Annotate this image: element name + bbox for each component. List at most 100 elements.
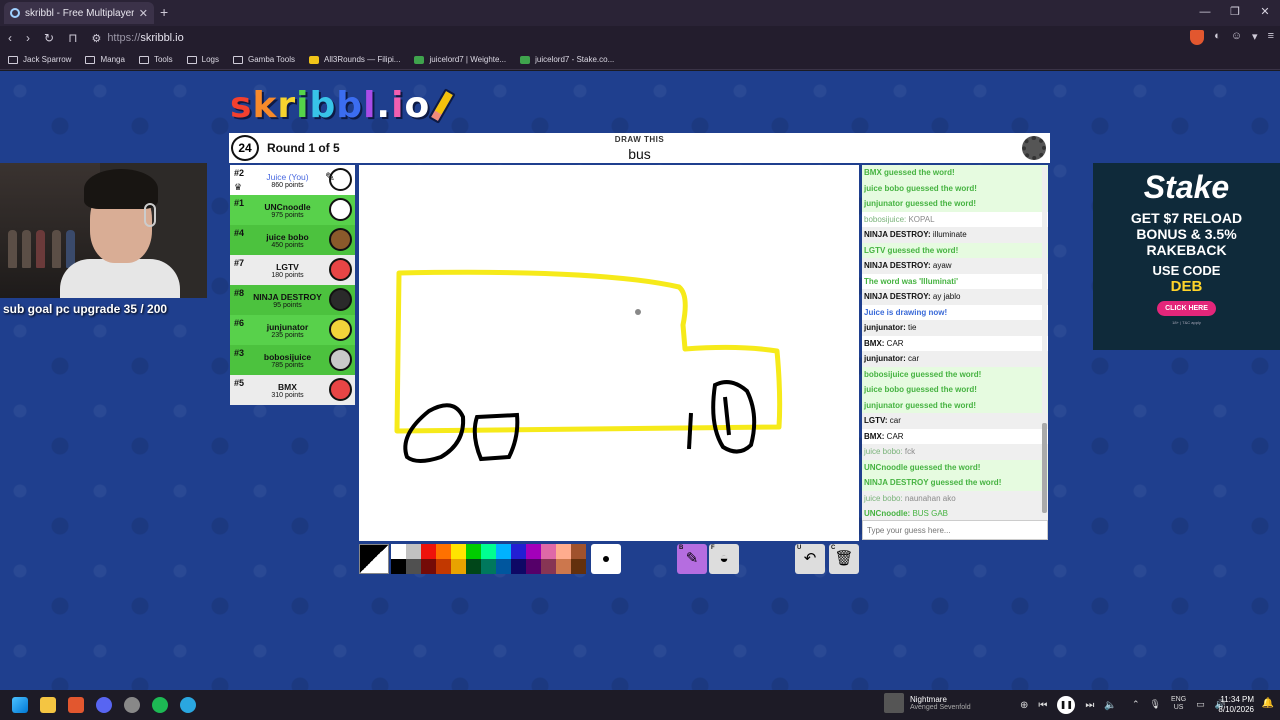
bookmark-item[interactable]: Gamba Tools xyxy=(232,55,295,64)
next-track-icon[interactable]: ⏭ xyxy=(1085,700,1094,711)
color-swatch[interactable] xyxy=(466,559,481,574)
color-swatch[interactable] xyxy=(481,544,496,559)
color-swatch[interactable] xyxy=(406,544,421,559)
color-swatch[interactable] xyxy=(556,559,571,574)
player-row[interactable]: #2 Juice (You) 860 points ♛ ✎ xyxy=(230,165,355,195)
restore-icon[interactable]: ❐ xyxy=(1220,0,1250,26)
color-swatch[interactable] xyxy=(436,544,451,559)
chat-message: juice bobo guessed the word! xyxy=(862,180,1048,196)
player-row[interactable]: #1 UNCnoodle 975 points xyxy=(230,195,355,225)
color-swatch[interactable] xyxy=(511,544,526,559)
player-name: NINJA DESTROY xyxy=(253,292,322,302)
bookmark-icon[interactable]: ⊓ xyxy=(68,31,77,45)
chat-message: UNCnoodle guessed the word! xyxy=(862,459,1048,475)
color-swatch[interactable] xyxy=(541,559,556,574)
undo-tool[interactable]: U ↶ xyxy=(795,544,825,574)
volume-icon[interactable]: 🔈 xyxy=(1104,700,1116,711)
reload-icon[interactable]: ↻ xyxy=(44,31,54,45)
color-swatch[interactable] xyxy=(511,559,526,574)
site-settings-icon[interactable]: ⚙ xyxy=(91,32,101,45)
color-swatch[interactable] xyxy=(526,559,541,574)
pause-icon[interactable]: ❚❚ xyxy=(1057,696,1076,714)
brave-shield-icon[interactable] xyxy=(1190,30,1205,45)
color-swatch[interactable] xyxy=(466,544,481,559)
tray-overflow-icon[interactable]: ⌃ xyxy=(1132,699,1140,710)
fill-tool[interactable]: F ◒ xyxy=(709,544,739,574)
crown-icon: ♛ xyxy=(234,182,243,192)
wallet-icon[interactable]: ◐ xyxy=(1214,30,1221,45)
bookmark-item[interactable]: Logs xyxy=(186,55,219,64)
mic-icon[interactable]: 🎙 xyxy=(1150,699,1161,710)
bookmark-item[interactable]: juicelord7 | Weighte... xyxy=(414,55,506,64)
ad-click-here-button[interactable]: CLICK HERE xyxy=(1157,301,1216,316)
brush-size-button[interactable] xyxy=(591,544,621,574)
color-swatch[interactable] xyxy=(571,559,586,574)
color-swatch[interactable] xyxy=(556,544,571,559)
chat-text: ayaw xyxy=(930,261,952,270)
forward-icon[interactable]: › xyxy=(26,31,30,45)
windows-start-icon[interactable] xyxy=(12,697,28,713)
bookmark-item[interactable]: Jack Sparrow xyxy=(8,55,71,64)
brave-browser-icon[interactable] xyxy=(68,697,84,713)
player-row[interactable]: #8 NINJA DESTROY 95 points xyxy=(230,285,355,315)
color-swatch[interactable] xyxy=(451,559,466,574)
minimize-icon[interactable]: — xyxy=(1190,0,1220,26)
stake-ad[interactable]: Stake GET $7 RELOAD BONUS & 3.5% RAKEBAC… xyxy=(1093,163,1280,350)
player-row[interactable]: #7 LGTV 180 points xyxy=(230,255,355,285)
bookmark-item[interactable]: Manga xyxy=(85,55,125,64)
discord-icon[interactable] xyxy=(96,697,112,713)
brush-tool[interactable]: B ✎ xyxy=(677,544,707,574)
spotify-icon[interactable] xyxy=(152,697,168,713)
notification-icon[interactable]: 🔔 xyxy=(1262,698,1274,709)
color-swatch[interactable] xyxy=(526,544,541,559)
chat-scrollbar[interactable] xyxy=(1042,167,1047,537)
player-row[interactable]: #3 bobosijuice 785 points xyxy=(230,345,355,375)
back-icon[interactable]: ‹ xyxy=(8,31,12,45)
player-row[interactable]: #4 juice bobo 450 points xyxy=(230,225,355,255)
close-window-icon[interactable]: ✕ xyxy=(1250,0,1280,26)
bookmark-item[interactable]: juicelord7 - Stake.co... xyxy=(520,55,614,64)
close-tab-icon[interactable]: ✕ xyxy=(139,7,148,20)
logo-letter: l xyxy=(363,85,377,126)
extensions-icon[interactable]: ▾ xyxy=(1252,30,1258,45)
chat-author: bobosijuice: xyxy=(864,214,907,224)
chat-message: bobosijuice guessed the word! xyxy=(862,366,1048,382)
language-indicator[interactable]: ENG US xyxy=(1171,696,1186,712)
bookmark-item[interactable]: Tools xyxy=(138,55,173,64)
menu-icon[interactable]: ≡ xyxy=(1268,30,1274,45)
new-tab-icon[interactable]: + xyxy=(160,4,168,20)
file-explorer-icon[interactable] xyxy=(40,697,56,713)
chat-icon[interactable]: ☺ xyxy=(1231,30,1242,45)
player-row[interactable]: #5 BMX 310 points xyxy=(230,375,355,405)
chat-message: juice bobo guessed the word! xyxy=(862,382,1048,398)
network-icon[interactable]: ▭ xyxy=(1196,699,1205,710)
color-swatch[interactable] xyxy=(421,559,436,574)
current-color-swatch[interactable] xyxy=(359,544,389,574)
settings-gear-icon[interactable] xyxy=(1022,136,1046,160)
system-clock[interactable]: 11:34 PM 8/10/2026 xyxy=(1218,695,1254,715)
bookmark-item[interactable]: All3Rounds — Filipi... xyxy=(308,55,400,64)
color-swatch[interactable] xyxy=(481,559,496,574)
color-swatch[interactable] xyxy=(541,544,556,559)
previous-track-icon[interactable]: ⏮ xyxy=(1038,700,1047,711)
media-options-icon[interactable]: ⊕ xyxy=(1020,700,1028,711)
player-row[interactable]: #6 junjunator 235 points xyxy=(230,315,355,345)
color-swatch[interactable] xyxy=(451,544,466,559)
clear-tool[interactable]: C 🗑 xyxy=(829,544,859,574)
chat-text: juice bobo guessed the word! xyxy=(864,385,977,394)
color-swatch[interactable] xyxy=(421,544,436,559)
steam-like-icon[interactable] xyxy=(124,697,140,713)
color-swatch[interactable] xyxy=(391,559,406,574)
browser-tab[interactable]: skribbl - Free Multiplayer Dra ✕ xyxy=(4,2,154,24)
color-swatch[interactable] xyxy=(496,544,511,559)
telegram-icon[interactable] xyxy=(180,697,196,713)
color-swatch[interactable] xyxy=(436,559,451,574)
color-swatch[interactable] xyxy=(496,559,511,574)
color-swatch[interactable] xyxy=(391,544,406,559)
color-swatch[interactable] xyxy=(406,559,421,574)
url-field[interactable]: ⚙ https://skribbl.io xyxy=(91,32,183,45)
media-widget[interactable]: Nightmare Avenged Sevenfold xyxy=(884,693,971,713)
guess-input[interactable] xyxy=(862,520,1048,540)
drawing-canvas[interactable] xyxy=(359,165,859,541)
color-swatch[interactable] xyxy=(571,544,586,559)
